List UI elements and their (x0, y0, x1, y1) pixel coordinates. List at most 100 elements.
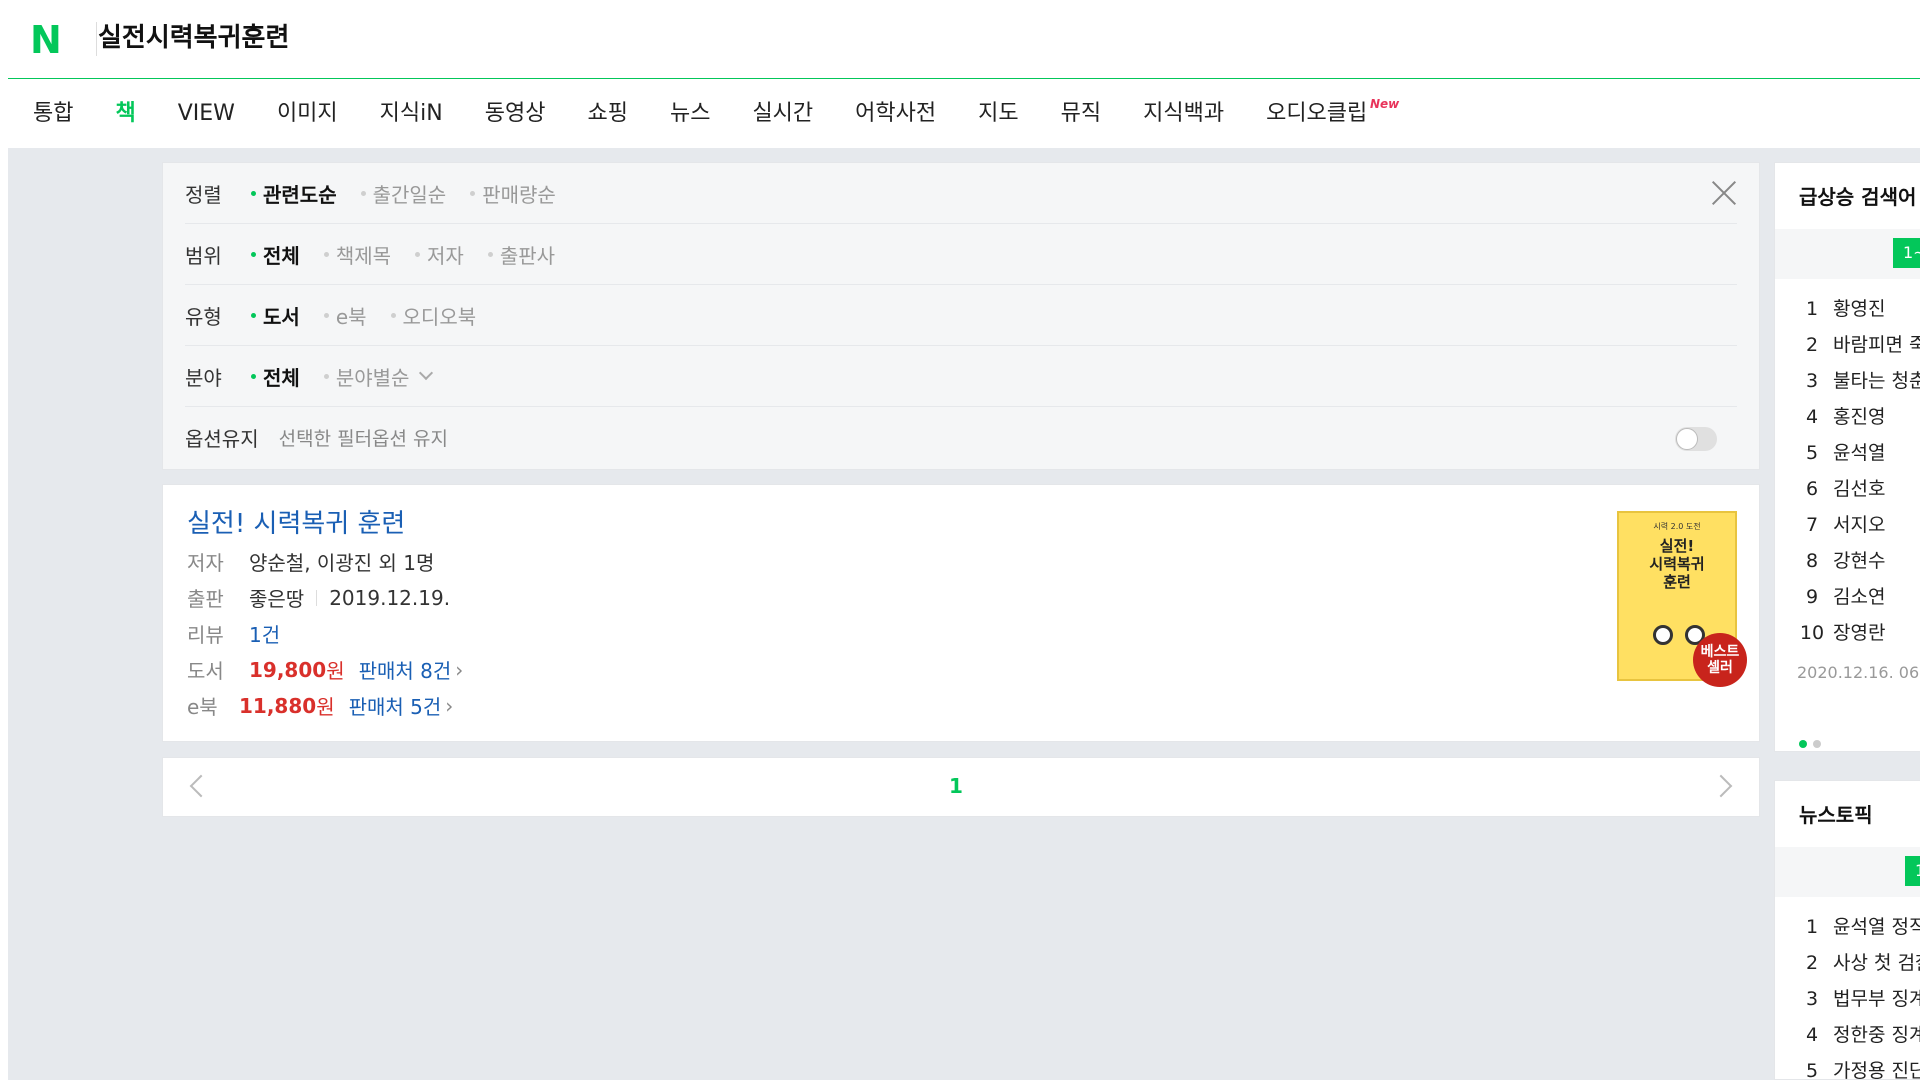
rank-number: 5 (1805, 442, 1819, 464)
list-item[interactable]: 9 김소연 (1797, 579, 1920, 615)
book-price-unit: 원 (326, 659, 345, 683)
list-item[interactable]: 8 강현수 (1797, 543, 1920, 579)
publisher-value[interactable]: 좋은땅 (249, 583, 304, 612)
type-option-audiobook[interactable]: 오디오북 (390, 301, 476, 330)
option-text: 관련도순 (263, 182, 337, 207)
news-topic-list: 1 윤석열 정직 2 사상 첫 검찰 3 법무부 징계 4 정한중 징계 5 가… (1797, 909, 1920, 1080)
list-item[interactable]: 7 서지오 (1797, 507, 1920, 543)
chevron-right-icon: › (455, 657, 464, 682)
bullet-dot (390, 312, 396, 318)
book-sellers-link[interactable]: 판매처 8건 (359, 655, 452, 684)
news-range-chip[interactable]: 1 (1905, 856, 1920, 886)
field-option-dropdown[interactable]: 분야별순 (323, 362, 434, 391)
tab-image[interactable]: 이미지 (277, 99, 338, 129)
carousel-dot[interactable] (1813, 740, 1821, 748)
filter-label-keep: 옵션유지 (185, 427, 259, 451)
rank-number: 3 (1805, 370, 1819, 392)
toggle-knob (1676, 428, 1698, 450)
sort-option-date[interactable]: 출간일순 (360, 179, 447, 208)
bullet-dot (251, 373, 256, 379)
review-count-link[interactable]: 1건 (249, 619, 280, 648)
chevron-right-icon[interactable] (1709, 774, 1733, 798)
ebook-sellers-link[interactable]: 판매처 5건 (349, 691, 442, 720)
tab-video[interactable]: 동영상 (485, 99, 546, 129)
type-option-book[interactable]: 도서 (251, 301, 300, 330)
scope-option-all[interactable]: 전체 (251, 240, 300, 269)
field-option-all[interactable]: 전체 (251, 362, 300, 391)
rank-text: 김선호 (1833, 478, 1886, 500)
scope-option-author[interactable]: 저자 (415, 240, 464, 269)
list-item[interactable]: 10 장영란 (1797, 615, 1920, 651)
list-item[interactable]: 5 가정용 진단 (1797, 1053, 1920, 1080)
filter-label-scope: 범위 (185, 243, 222, 268)
tab-news[interactable]: 뉴스 (670, 99, 710, 129)
bullet-dot (251, 251, 256, 257)
cover-title-line: 실전! (1659, 537, 1695, 555)
rank-text: 불타는 청춘 (1833, 370, 1920, 392)
carousel-dot-active[interactable] (1799, 740, 1807, 748)
rank-text: 홍진영 (1833, 406, 1886, 428)
tab-kin[interactable]: 지식iN (380, 99, 443, 129)
chevron-right-icon: › (445, 693, 454, 718)
rank-text: 윤석열 정직 (1833, 916, 1920, 938)
sort-option-relevance[interactable]: 관련도순 (251, 179, 337, 208)
rank-text: 장영란 (1833, 622, 1886, 644)
ebook-price: 11,880 (239, 693, 317, 718)
tab-dictionary[interactable]: 어학사전 (855, 99, 936, 129)
rank-number: 1 (1805, 916, 1819, 938)
search-query-title[interactable]: 실전시력복귀훈련 (98, 20, 289, 56)
rank-text: 강현수 (1833, 550, 1886, 572)
tab-shopping[interactable]: 쇼핑 (587, 99, 627, 129)
bullet-dot (323, 312, 329, 318)
news-topic-title: 뉴스토픽 (1799, 803, 1873, 827)
tab-map[interactable]: 지도 (978, 99, 1018, 129)
rank-text: 바람피면 죽 (1833, 334, 1920, 356)
rank-range-chip[interactable]: 1~ (1893, 238, 1920, 268)
scope-option-publisher[interactable]: 출판사 (487, 240, 555, 269)
tab-integrated[interactable]: 통합 (33, 99, 73, 129)
list-item[interactable]: 3 불타는 청춘 (1797, 363, 1920, 399)
rank-number: 8 (1805, 550, 1819, 572)
filter-row-field: 분야 전체 분야별순 (185, 346, 1737, 407)
tab-encyclopedia[interactable]: 지식백과 (1143, 99, 1224, 129)
book-price-row: 도서 19,800 원 판매처 8건 › (187, 655, 463, 684)
list-item[interactable]: 6 김선호 (1797, 471, 1920, 507)
type-option-ebook[interactable]: e북 (323, 301, 367, 330)
ebook-price-unit: 원 (316, 695, 335, 719)
tab-music[interactable]: 뮤직 (1061, 99, 1101, 129)
option-text: 책제목 (335, 243, 392, 268)
list-item[interactable]: 5 윤석열 (1797, 435, 1920, 471)
tab-realtime[interactable]: 실시간 (752, 99, 813, 129)
list-item[interactable]: 2 바람피면 죽 (1797, 327, 1920, 363)
list-item[interactable]: 1 황영진 (1797, 291, 1920, 327)
logo-divider (96, 22, 97, 56)
filter-row-keep: 옵션유지 선택한 필터옵션 유지 (185, 407, 1737, 468)
naver-logo[interactable]: N (30, 21, 70, 59)
option-text: 출간일순 (372, 182, 447, 207)
rank-text: 정한중 징계 (1833, 1024, 1920, 1046)
rank-number: 4 (1805, 1024, 1819, 1046)
option-text: e북 (335, 304, 367, 329)
list-item[interactable]: 4 홍진영 (1797, 399, 1920, 435)
author-label: 저자 (187, 551, 224, 575)
new-badge: New (1370, 96, 1400, 111)
list-item[interactable]: 1 윤석열 정직 (1797, 909, 1920, 945)
category-tabs: 통합 책 VIEW 이미지 지식iN 동영상 쇼핑 뉴스 실시간 어학사전 지도… (8, 79, 1920, 148)
list-item[interactable]: 3 법무부 징계 (1797, 981, 1920, 1017)
sort-option-sales[interactable]: 판매량순 (470, 179, 556, 208)
carousel-dots (1799, 733, 1827, 751)
author-value[interactable]: 양순철, 이광진 외 1명 (249, 547, 434, 576)
keep-options-toggle[interactable] (1675, 427, 1717, 451)
book-title-link[interactable]: 실전! 시력복귀 훈련 (187, 503, 405, 540)
tab-view[interactable]: VIEW (178, 99, 235, 129)
chevron-down-icon (419, 365, 434, 381)
rank-number: 5 (1805, 1060, 1819, 1080)
tab-book[interactable]: 책 (115, 99, 135, 129)
page-number-current[interactable]: 1 (949, 774, 963, 798)
list-item[interactable]: 2 사상 첫 검찰 (1797, 945, 1920, 981)
scope-option-title[interactable]: 책제목 (323, 240, 392, 269)
tab-audioclip[interactable]: 오디오클립 New (1266, 97, 1399, 129)
rising-keywords-subbar: 1~ (1775, 229, 1920, 279)
list-item[interactable]: 4 정한중 징계 (1797, 1017, 1920, 1053)
chevron-left-icon[interactable] (189, 774, 213, 798)
